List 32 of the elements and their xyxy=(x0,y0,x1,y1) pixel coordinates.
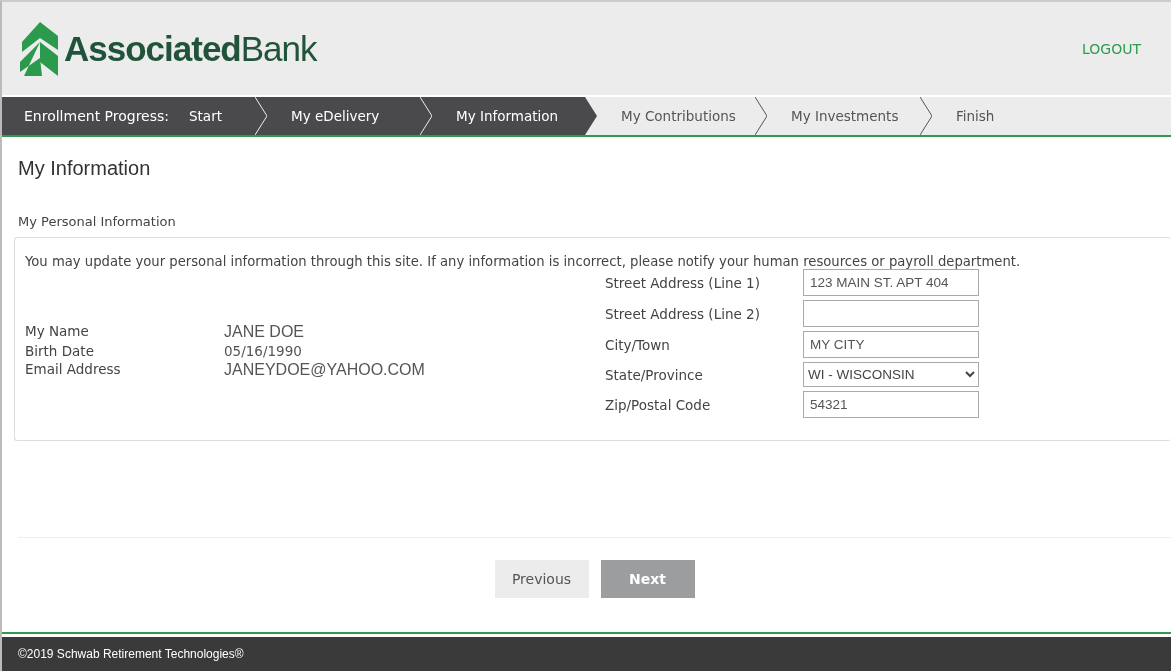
field-value: JANE DOE xyxy=(224,322,305,341)
chevron-icon xyxy=(755,97,767,135)
field-label: Street Address (Line 1) xyxy=(605,274,761,291)
chevron-icon xyxy=(920,97,932,135)
progress-label: Enrollment Progress: xyxy=(2,97,179,135)
input-field[interactable]: 123 MAIN ST. APT 404 xyxy=(803,269,979,296)
step-label: My Information xyxy=(456,108,559,124)
step-label: Finish xyxy=(956,108,995,124)
copyright-text: ©2019 Schwab Retirement Technologies® xyxy=(18,647,244,661)
field-value: 05/16/1990 xyxy=(224,342,303,359)
step-label: Start xyxy=(189,108,222,124)
step-label: My Contributions xyxy=(621,108,736,124)
previous-button[interactable]: Previous xyxy=(494,560,589,598)
state-select[interactable]: WI - WISCONSIN xyxy=(803,362,979,387)
step-label: My eDelivery xyxy=(291,108,380,124)
intro-text: You may update your personal information through this site. If any information is incorrect, please notify your human resources or payroll department. xyxy=(25,254,1022,269)
field-label: City/Town xyxy=(605,336,671,353)
arrow-tip-icon xyxy=(585,97,597,135)
bank-logo-text: AssociatedBank xyxy=(64,28,317,69)
section-title: My Personal Information xyxy=(18,214,177,229)
field-label: Birth Date xyxy=(25,342,95,359)
field-label: Street Address (Line 2) xyxy=(605,305,761,322)
input-field[interactable]: MY CITY xyxy=(803,331,979,358)
field-label: My Name xyxy=(25,322,90,341)
page-title: My Information xyxy=(18,157,152,180)
field-label: State/Province xyxy=(605,366,704,383)
input-field[interactable] xyxy=(803,300,979,327)
field-label: Zip/Postal Code xyxy=(605,396,712,413)
field-label: Email Address xyxy=(25,360,122,379)
field-value: JANEYDOE@YAHOO.COM xyxy=(224,360,426,379)
input-field[interactable]: 54321 xyxy=(803,391,979,418)
step-label: My Investments xyxy=(791,108,899,124)
